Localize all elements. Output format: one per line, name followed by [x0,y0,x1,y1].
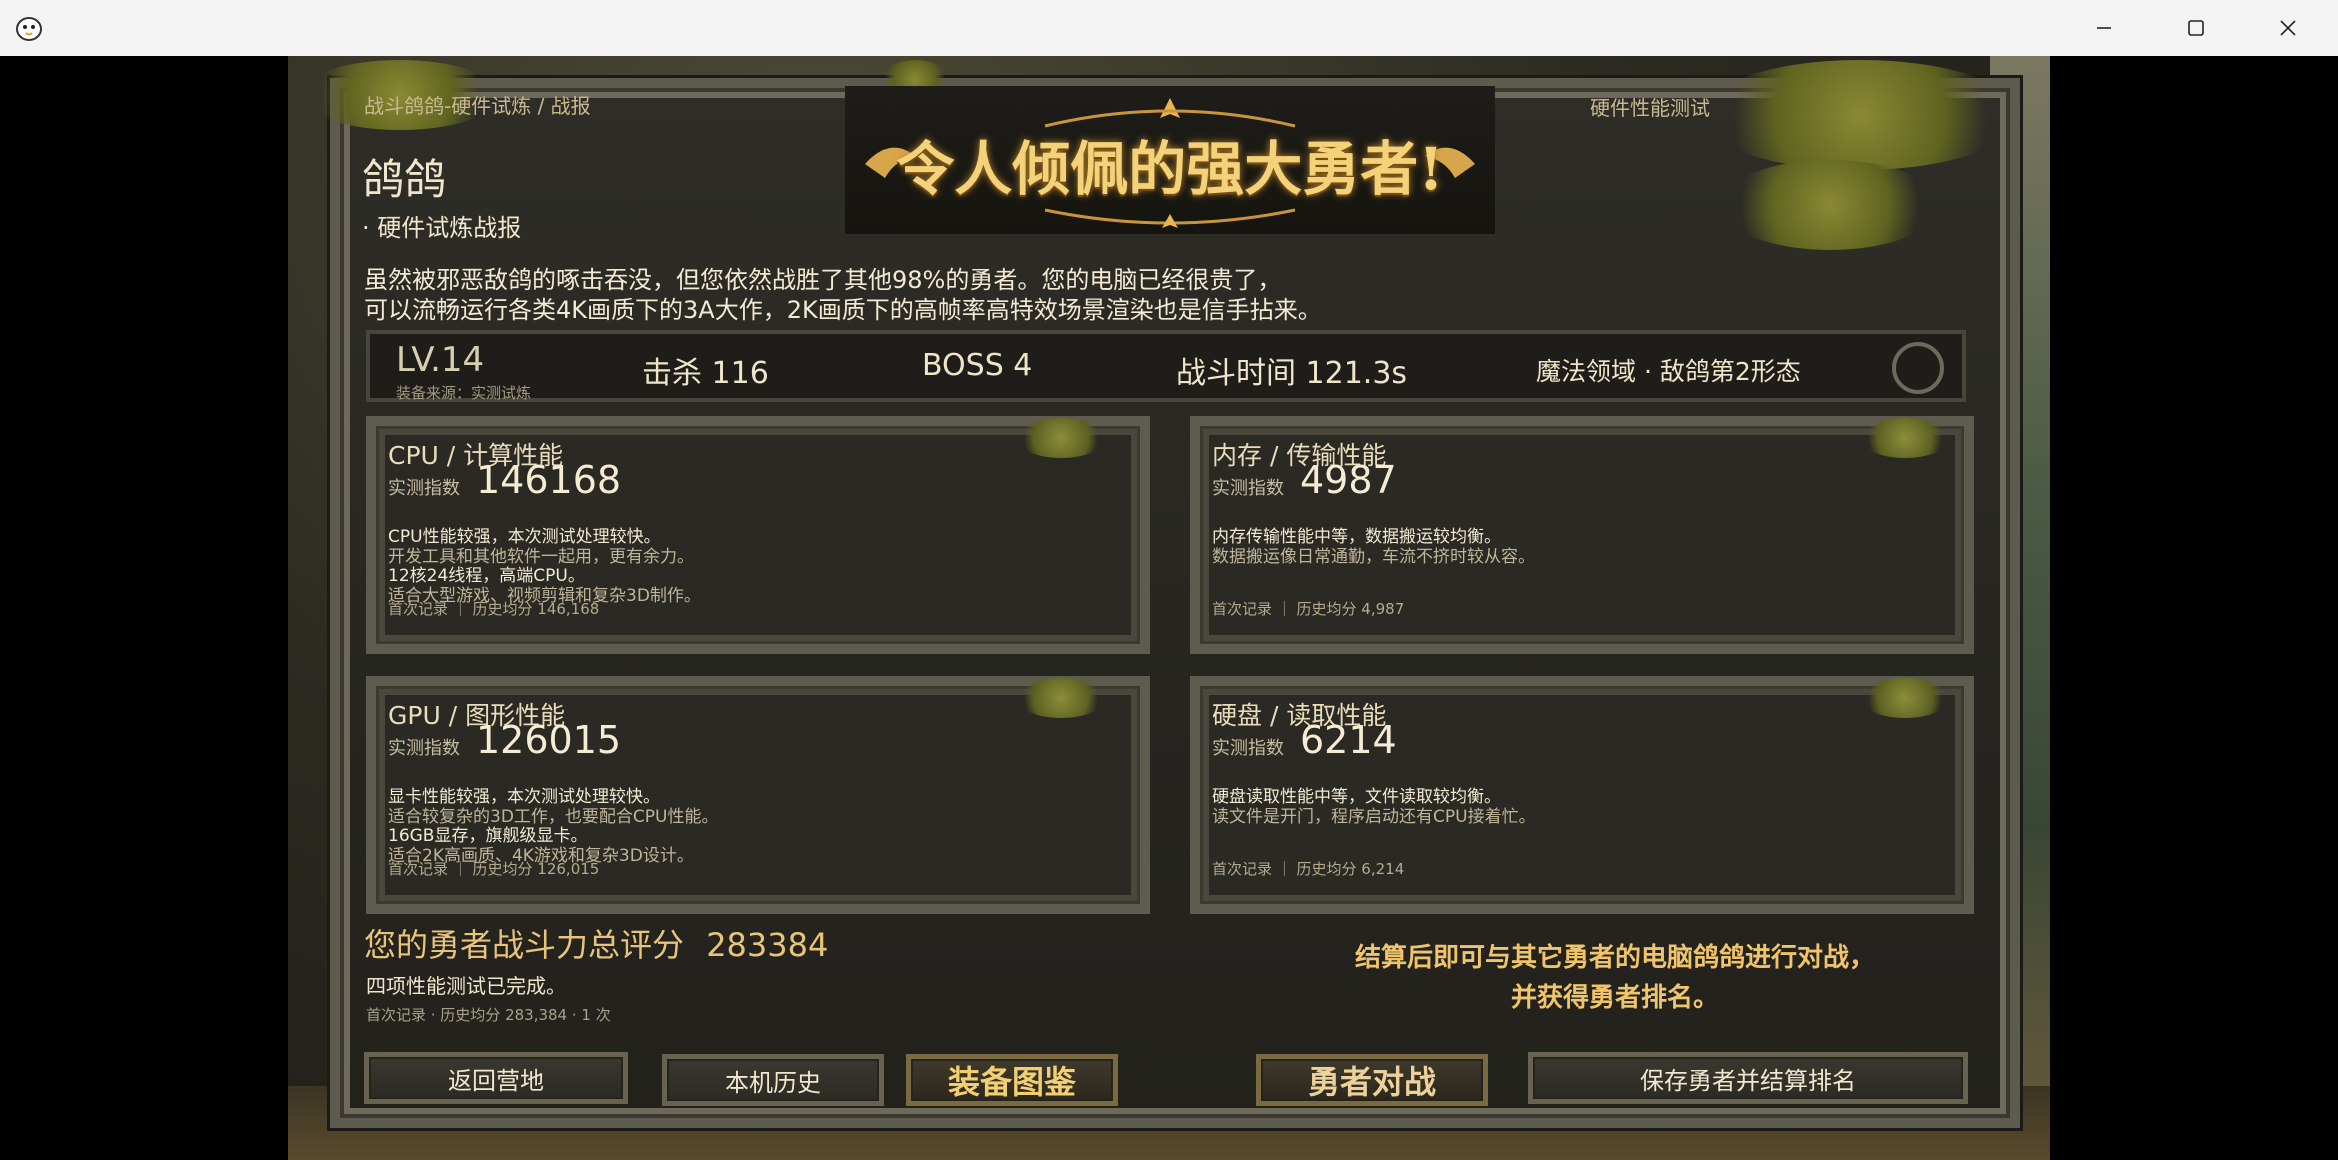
breadcrumb: 战斗鸽鸽-硬件试炼 / 战报 [364,94,591,118]
stage-emblem-icon [1892,342,1944,394]
minimize-button[interactable] [2058,0,2150,56]
equip-source: 装备来源：实测试炼 [396,384,532,402]
vine-decoration [1860,678,1950,718]
gpu-score-card: GPU / 图形性能 实测指数 126015 显卡性能较强，本次测试处理较快。 … [366,676,1150,914]
total-note: 四项性能测试已完成。 [366,974,566,998]
card-history: 首次记录 ｜ 历史均分 6,214 [1212,860,1405,878]
letterbox-right [2050,56,2338,1160]
card-score-value: 4987 [1300,458,1397,502]
memory-score-card: 内存 / 传输性能 实测指数 4987 内存传输性能中等，数据搬运较均衡。 数据… [1190,416,1974,654]
card-history: 首次记录 ｜ 历史均分 4,987 [1212,600,1405,618]
vine-decoration [1860,418,1950,458]
promo-line: 并获得勇者排名。 [1510,983,1719,1013]
close-icon [2280,20,2296,36]
card-comment: 读文件是开门，程序启动还有CPU接着忙。 [1212,807,1536,827]
battle-time: 战斗时间 121.3s [1176,356,1408,391]
app-logo-icon [16,17,42,41]
close-button[interactable] [2242,0,2334,56]
letterbox-left [0,56,288,1160]
save-and-rank-button[interactable]: 保存勇者并结算排名 [1528,1052,1968,1104]
minimize-icon [2097,27,2111,29]
card-score-value: 126015 [476,718,622,762]
promo-line: 结算后即可与其它勇者的电脑鸽鸽进行对战， [1354,943,1875,973]
stage-name: 魔法领域 · 敌鸽第2形态 [1536,357,1801,386]
total-score-label: 您的勇者战斗力总评分 [364,926,685,964]
total-history: 首次记录 · 历史均分 283,384 · 1 次 [366,1006,611,1024]
level: LV.14 [396,340,485,380]
cpu-score-card: CPU / 计算性能 实测指数 146168 CPU性能较强，本次测试处理较快。… [366,416,1150,654]
maximize-icon [2188,20,2204,36]
vine-decoration [1016,678,1106,718]
card-score-label: 实测指数 [1212,478,1284,499]
card-history: 首次记录 ｜ 历史均分 146,168 [388,600,600,618]
boss-count: BOSS 4 [922,348,1033,383]
card-score-label: 实测指数 [1212,738,1284,759]
player-name: 鸽鸽 [362,155,447,204]
title-banner: 令人倾佩的强大勇者! [845,86,1495,234]
section-label: 硬件性能测试 [1590,96,1710,120]
banner-title: 令人倾佩的强大勇者! [896,135,1444,203]
card-score-label: 实测指数 [388,478,460,499]
vine-decoration [1016,418,1106,458]
report-subtitle: · 硬件试炼战报 [362,214,522,242]
local-history-button[interactable]: 本机历史 [662,1054,884,1106]
vine-decoration [1720,160,1940,250]
card-comment: 数据搬运像日常通勤，车流不挤时较从容。 [1212,547,1535,567]
card-score-value: 6214 [1300,718,1397,762]
card-score-label: 实测指数 [388,738,460,759]
disk-score-card: 硬盘 / 读取性能 实测指数 6214 硬盘读取性能中等，文件读取较均衡。 读文… [1190,676,1974,914]
window-title-bar [0,0,2338,57]
ranking-promo: 结算后即可与其它勇者的电脑鸽鸽进行对战， 并获得勇者排名。 [1290,938,1940,1018]
total-score: 您的勇者战斗力总评分 283384 [364,920,828,966]
description-line: 可以流畅运行各类4K画质下的3A大作，2K画质下的高帧率高特效场景渲染也是信手拈… [364,296,1322,324]
battle-stats-bar: LV.14 装备来源：实测试炼 击杀 116 BOSS 4 战斗时间 121.3… [366,330,1966,402]
kill-count: 击杀 116 [642,356,769,391]
maximize-button[interactable] [2150,0,2242,56]
back-to-camp-button[interactable]: 返回营地 [364,1052,628,1104]
card-score-value: 146168 [476,458,622,502]
card-history: 首次记录 ｜ 历史均分 126,015 [388,860,600,878]
total-score-value: 283384 [706,926,829,964]
equipment-gallery-button[interactable]: 装备图鉴 [906,1054,1118,1106]
hero-battle-button[interactable]: 勇者对战 [1256,1054,1488,1106]
vine-decoration [1700,60,2020,170]
